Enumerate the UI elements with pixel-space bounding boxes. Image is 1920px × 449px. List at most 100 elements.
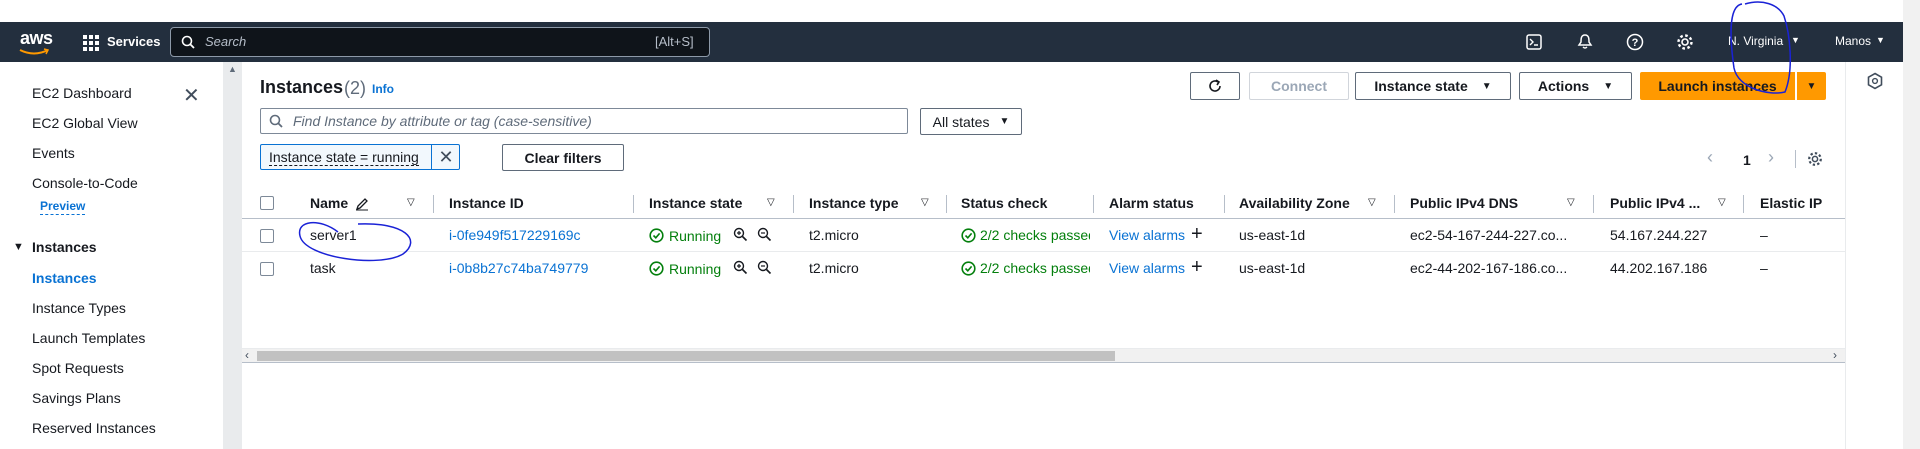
column-separator[interactable] [793,195,794,213]
refresh-button[interactable] [1190,72,1240,100]
services-grid-icon[interactable] [83,35,99,51]
top-navigation-bar: aws Services Search [Alt+S] ? N. Virgini… [0,22,1903,62]
connect-button[interactable]: Connect [1249,72,1349,100]
region-dropdown-caret[interactable]: ▼ [1791,35,1800,45]
cell-alarm-link[interactable]: View alarms [1109,227,1185,243]
instance-search-input[interactable]: Find Instance by attribute or tag (case-… [260,108,908,134]
column-header-availability-zone[interactable]: Availability Zone [1239,187,1350,219]
column-separator[interactable] [633,195,634,213]
column-header-name[interactable]: Name [310,187,348,219]
sidebar-section-instances[interactable]: Instances [32,239,97,255]
global-search-input[interactable]: Search [Alt+S] [170,27,710,57]
account-dropdown-caret[interactable]: ▼ [1876,35,1885,45]
cell-name[interactable]: task [310,260,336,276]
row-checkbox[interactable] [260,262,274,276]
sort-caret-icon[interactable]: ▽ [1368,197,1376,208]
filter-token[interactable]: Instance state = running ✕ [260,144,460,170]
sort-caret-icon[interactable]: ▽ [767,197,775,208]
column-header-status-check[interactable]: Status check [961,187,1047,219]
sort-caret-icon[interactable]: ▽ [1567,197,1575,208]
column-separator[interactable] [1093,195,1094,213]
main-content: Instances (2) Info Connect Instance stat… [242,62,1845,449]
zoom-in-icon[interactable] [733,227,748,242]
table-row[interactable]: task i-0b8b27c74ba749779 Running t2.micr… [242,252,1845,285]
cell-elastic-ip: – [1760,260,1768,276]
next-page-icon[interactable]: › [1768,147,1774,168]
horizontal-scroll-thumb[interactable] [257,351,1115,361]
help-icon[interactable]: ? [1626,33,1644,51]
zoom-in-icon[interactable] [733,260,748,275]
column-header-instance-id[interactable]: Instance ID [449,187,524,219]
cell-instance-id[interactable]: i-0b8b27c74ba749779 [449,260,588,276]
row-checkbox[interactable] [260,229,274,243]
table-row[interactable]: server1 i-0fe949f517229169c Running t2.m… [242,219,1845,252]
sidebar-item-savings-plans[interactable]: Savings Plans [32,390,121,406]
column-separator[interactable] [946,195,947,213]
sidebar-item-instances[interactable]: Instances [32,270,97,286]
column-separator[interactable] [1743,195,1744,213]
scroll-right-arrow-icon[interactable]: › [1833,348,1837,362]
instances-table: Name ▽ Instance ID Instance state ▽ Inst… [242,187,1845,363]
column-header-public-ipv4[interactable]: Public IPv4 ... [1610,187,1700,219]
sort-caret-icon[interactable]: ▽ [407,197,415,208]
sidebar-scrollbar[interactable]: ▲ [223,62,242,449]
info-link[interactable]: Info [372,82,394,96]
cell-alarm-link[interactable]: View alarms [1109,260,1185,276]
tools-panel-hexagon-icon[interactable] [1866,72,1884,90]
remove-filter-close-icon[interactable]: ✕ [431,144,460,170]
account-menu[interactable]: Manos [1835,34,1871,48]
column-header-public-ipv4-dns[interactable]: Public IPv4 DNS [1410,187,1518,219]
column-header-alarm-status[interactable]: Alarm status [1109,187,1194,219]
sidebar-item-ec2-dashboard[interactable]: EC2 Dashboard [32,85,132,101]
close-sidebar-icon[interactable]: ✕ [183,83,200,108]
clear-filters-button[interactable]: Clear filters [502,144,624,171]
settings-gear-icon[interactable] [1676,33,1694,51]
table-preferences-gear-icon[interactable] [1807,151,1823,167]
aws-logo[interactable]: aws [20,28,53,49]
column-separator[interactable] [1394,195,1395,213]
preview-badge[interactable]: Preview [40,199,86,215]
sort-caret-icon[interactable]: ▽ [921,197,929,208]
column-header-instance-state[interactable]: Instance state [649,187,742,219]
sidebar-item-events[interactable]: Events [32,145,75,161]
collapse-caret-icon[interactable]: ▼ [13,241,24,253]
states-select[interactable]: All states ▼ [920,108,1022,135]
column-header-instance-type[interactable]: Instance type [809,187,898,219]
column-separator[interactable] [1224,195,1225,213]
instance-state-button[interactable]: Instance state ▼ [1355,72,1511,100]
cloudshell-icon[interactable] [1526,34,1542,50]
sidebar-item-spot-requests[interactable]: Spot Requests [32,360,124,376]
horizontal-scrollbar[interactable]: ‹ › [242,348,1845,363]
zoom-out-icon[interactable] [757,227,772,242]
sidebar-item-launch-templates[interactable]: Launch Templates [32,330,145,346]
column-separator[interactable] [433,195,434,213]
services-menu[interactable]: Services [107,34,161,49]
previous-page-icon[interactable]: ‹ [1707,147,1713,168]
page-scrollbar[interactable] [1903,0,1920,449]
scroll-up-arrow-icon[interactable]: ▲ [228,64,237,74]
sort-caret-icon[interactable]: ▽ [1718,197,1726,208]
status-check-icon [961,261,976,276]
sidebar-item-instance-types[interactable]: Instance Types [32,300,126,316]
launch-instances-button[interactable]: Launch instances [1640,72,1795,100]
launch-dropdown-button[interactable]: ▼ [1797,72,1826,100]
column-header-elastic-ip[interactable]: Elastic IP [1760,187,1822,219]
scroll-left-arrow-icon[interactable]: ‹ [245,348,249,362]
cell-name[interactable]: server1 [310,227,357,243]
select-all-checkbox[interactable] [260,196,274,210]
edit-pencil-icon[interactable] [355,197,369,211]
page-number[interactable]: 1 [1743,152,1751,168]
region-selector[interactable]: N. Virginia [1728,34,1783,48]
notifications-bell-icon[interactable] [1577,33,1593,50]
instance-count: (2) [344,78,366,98]
add-alarm-plus-icon[interactable]: + [1191,223,1203,246]
column-separator[interactable] [1593,195,1594,213]
sidebar-item-ec2-global-view[interactable]: EC2 Global View [32,115,138,131]
actions-button[interactable]: Actions ▼ [1519,72,1632,100]
cell-instance-id[interactable]: i-0fe949f517229169c [449,227,581,243]
zoom-out-icon[interactable] [757,260,772,275]
add-alarm-plus-icon[interactable]: + [1191,256,1203,279]
sidebar-item-console-to-code[interactable]: Console-to-Code [32,175,138,191]
sidebar-item-reserved-instances[interactable]: Reserved Instances [32,420,156,436]
cell-public-dns: ec2-54-167-244-227.co... [1410,227,1568,243]
